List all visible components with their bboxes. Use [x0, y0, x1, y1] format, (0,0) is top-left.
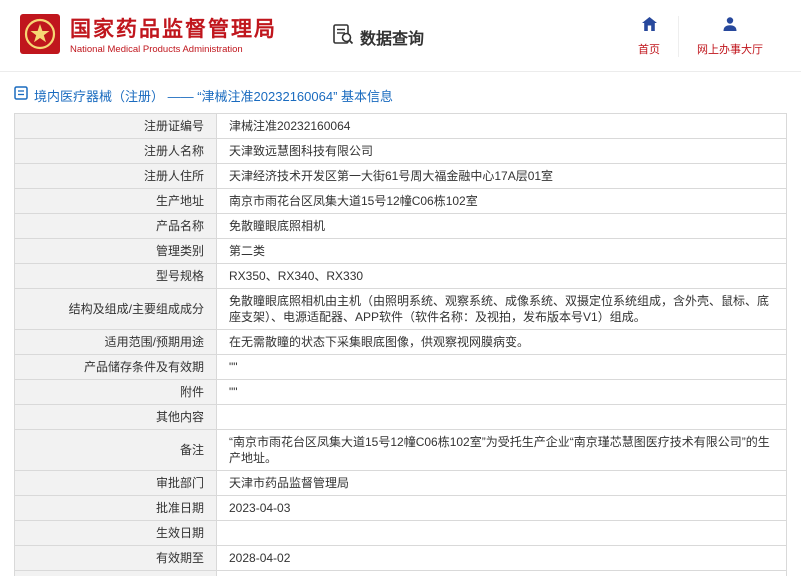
row-label: 其他内容 — [15, 405, 217, 430]
table-row: 备注“南京市雨花台区凤集大道15号12幢C06栋102室”为受托生产企业“南京瑾… — [15, 430, 787, 471]
row-label: 有效期至 — [15, 546, 217, 571]
table-row: 管理类别第二类 — [15, 239, 787, 264]
table-row: 附件"" — [15, 380, 787, 405]
row-label: 注册人名称 — [15, 139, 217, 164]
home-icon — [641, 16, 658, 37]
breadcrumb: 境内医疗器械（注册） —— “津械注准20232160064” 基本信息 — [14, 86, 787, 105]
table-row: 注册人住所天津经济技术开发区第一大街61号周大福金融中心17A层01室 — [15, 164, 787, 189]
row-value: 在无需散瞳的状态下采集眼底图像，供观察视网膜病变。 — [217, 330, 787, 355]
data-query-icon — [332, 23, 354, 50]
row-value: 天津经济技术开发区第一大街61号周大福金融中心17A层01室 — [217, 164, 787, 189]
row-label: 产品名称 — [15, 214, 217, 239]
row-value: 免散瞳眼底照相机由主机（由照明系统、观察系统、成像系统、双摄定位系统组成，含外壳… — [217, 289, 787, 330]
row-value: 免散瞳眼底照相机 — [217, 214, 787, 239]
org-name-en: National Medical Products Administration — [70, 44, 277, 55]
table-row: 变更情况 — [15, 571, 787, 576]
table-row: 生产地址南京市雨花台区凤集大道15号12幢C06栋102室 — [15, 189, 787, 214]
table-row: 适用范围/预期用途在无需散瞳的状态下采集眼底图像，供观察视网膜病变。 — [15, 330, 787, 355]
row-label: 生效日期 — [15, 521, 217, 546]
row-label: 管理类别 — [15, 239, 217, 264]
table-row: 批准日期2023-04-03 — [15, 496, 787, 521]
table-row: 有效期至2028-04-02 — [15, 546, 787, 571]
row-value: "" — [217, 355, 787, 380]
table-row: 生效日期 — [15, 521, 787, 546]
row-label: 产品储存条件及有效期 — [15, 355, 217, 380]
row-label: 附件 — [15, 380, 217, 405]
data-query-block[interactable]: 数据查询 — [332, 23, 424, 50]
row-label: 适用范围/预期用途 — [15, 330, 217, 355]
row-value: RX350、RX340、RX330 — [217, 264, 787, 289]
row-value — [217, 571, 787, 576]
row-label: 结构及组成/主要组成成分 — [15, 289, 217, 330]
row-value: 南京市雨花台区凤集大道15号12幢C06栋102室 — [217, 189, 787, 214]
table-row: 产品名称免散瞳眼底照相机 — [15, 214, 787, 239]
row-value: "" — [217, 380, 787, 405]
registration-info-table: 注册证编号津械注准20232160064注册人名称天津致远慧图科技有限公司注册人… — [14, 113, 787, 576]
row-label: 生产地址 — [15, 189, 217, 214]
org-title-block: 国家药品监督管理局 National Medical Products Admi… — [70, 18, 277, 55]
table-row: 其他内容 — [15, 405, 787, 430]
row-value: 天津市药品监督管理局 — [217, 471, 787, 496]
table-row: 结构及组成/主要组成成分免散瞳眼底照相机由主机（由照明系统、观察系统、成像系统、… — [15, 289, 787, 330]
page-header: 国家药品监督管理局 National Medical Products Admi… — [0, 0, 801, 72]
row-value: 2023-04-03 — [217, 496, 787, 521]
table-row: 注册证编号津械注准20232160064 — [15, 114, 787, 139]
row-label: 注册人住所 — [15, 164, 217, 189]
data-query-label: 数据查询 — [360, 25, 424, 49]
nmpa-emblem — [20, 14, 60, 59]
nav-home[interactable]: 首页 — [620, 16, 678, 57]
row-value: 天津致远慧图科技有限公司 — [217, 139, 787, 164]
row-value: 2028-04-02 — [217, 546, 787, 571]
header-nav: 首页 网上办事大厅 — [620, 16, 781, 57]
person-icon — [722, 16, 738, 37]
row-label: 型号规格 — [15, 264, 217, 289]
nav-service-hall[interactable]: 网上办事大厅 — [678, 16, 781, 57]
info-table-body: 注册证编号津械注准20232160064注册人名称天津致远慧图科技有限公司注册人… — [15, 114, 787, 576]
table-row: 审批部门天津市药品监督管理局 — [15, 471, 787, 496]
row-value — [217, 405, 787, 430]
document-icon — [14, 86, 28, 105]
org-name-cn: 国家药品监督管理局 — [70, 18, 277, 42]
page-title: 境内医疗器械（注册） —— “津械注准20232160064” 基本信息 — [34, 86, 393, 105]
row-label: 审批部门 — [15, 471, 217, 496]
row-label: 注册证编号 — [15, 114, 217, 139]
row-label: 变更情况 — [15, 571, 217, 576]
row-label: 备注 — [15, 430, 217, 471]
row-value: 第二类 — [217, 239, 787, 264]
nav-service-hall-label: 网上办事大厅 — [697, 41, 763, 57]
row-label: 批准日期 — [15, 496, 217, 521]
row-value: “南京市雨花台区凤集大道15号12幢C06栋102室”为受托生产企业“南京瑾芯慧… — [217, 430, 787, 471]
table-row: 产品储存条件及有效期"" — [15, 355, 787, 380]
row-value — [217, 521, 787, 546]
nav-home-label: 首页 — [638, 41, 660, 57]
table-row: 注册人名称天津致远慧图科技有限公司 — [15, 139, 787, 164]
table-row: 型号规格RX350、RX340、RX330 — [15, 264, 787, 289]
row-value: 津械注准20232160064 — [217, 114, 787, 139]
